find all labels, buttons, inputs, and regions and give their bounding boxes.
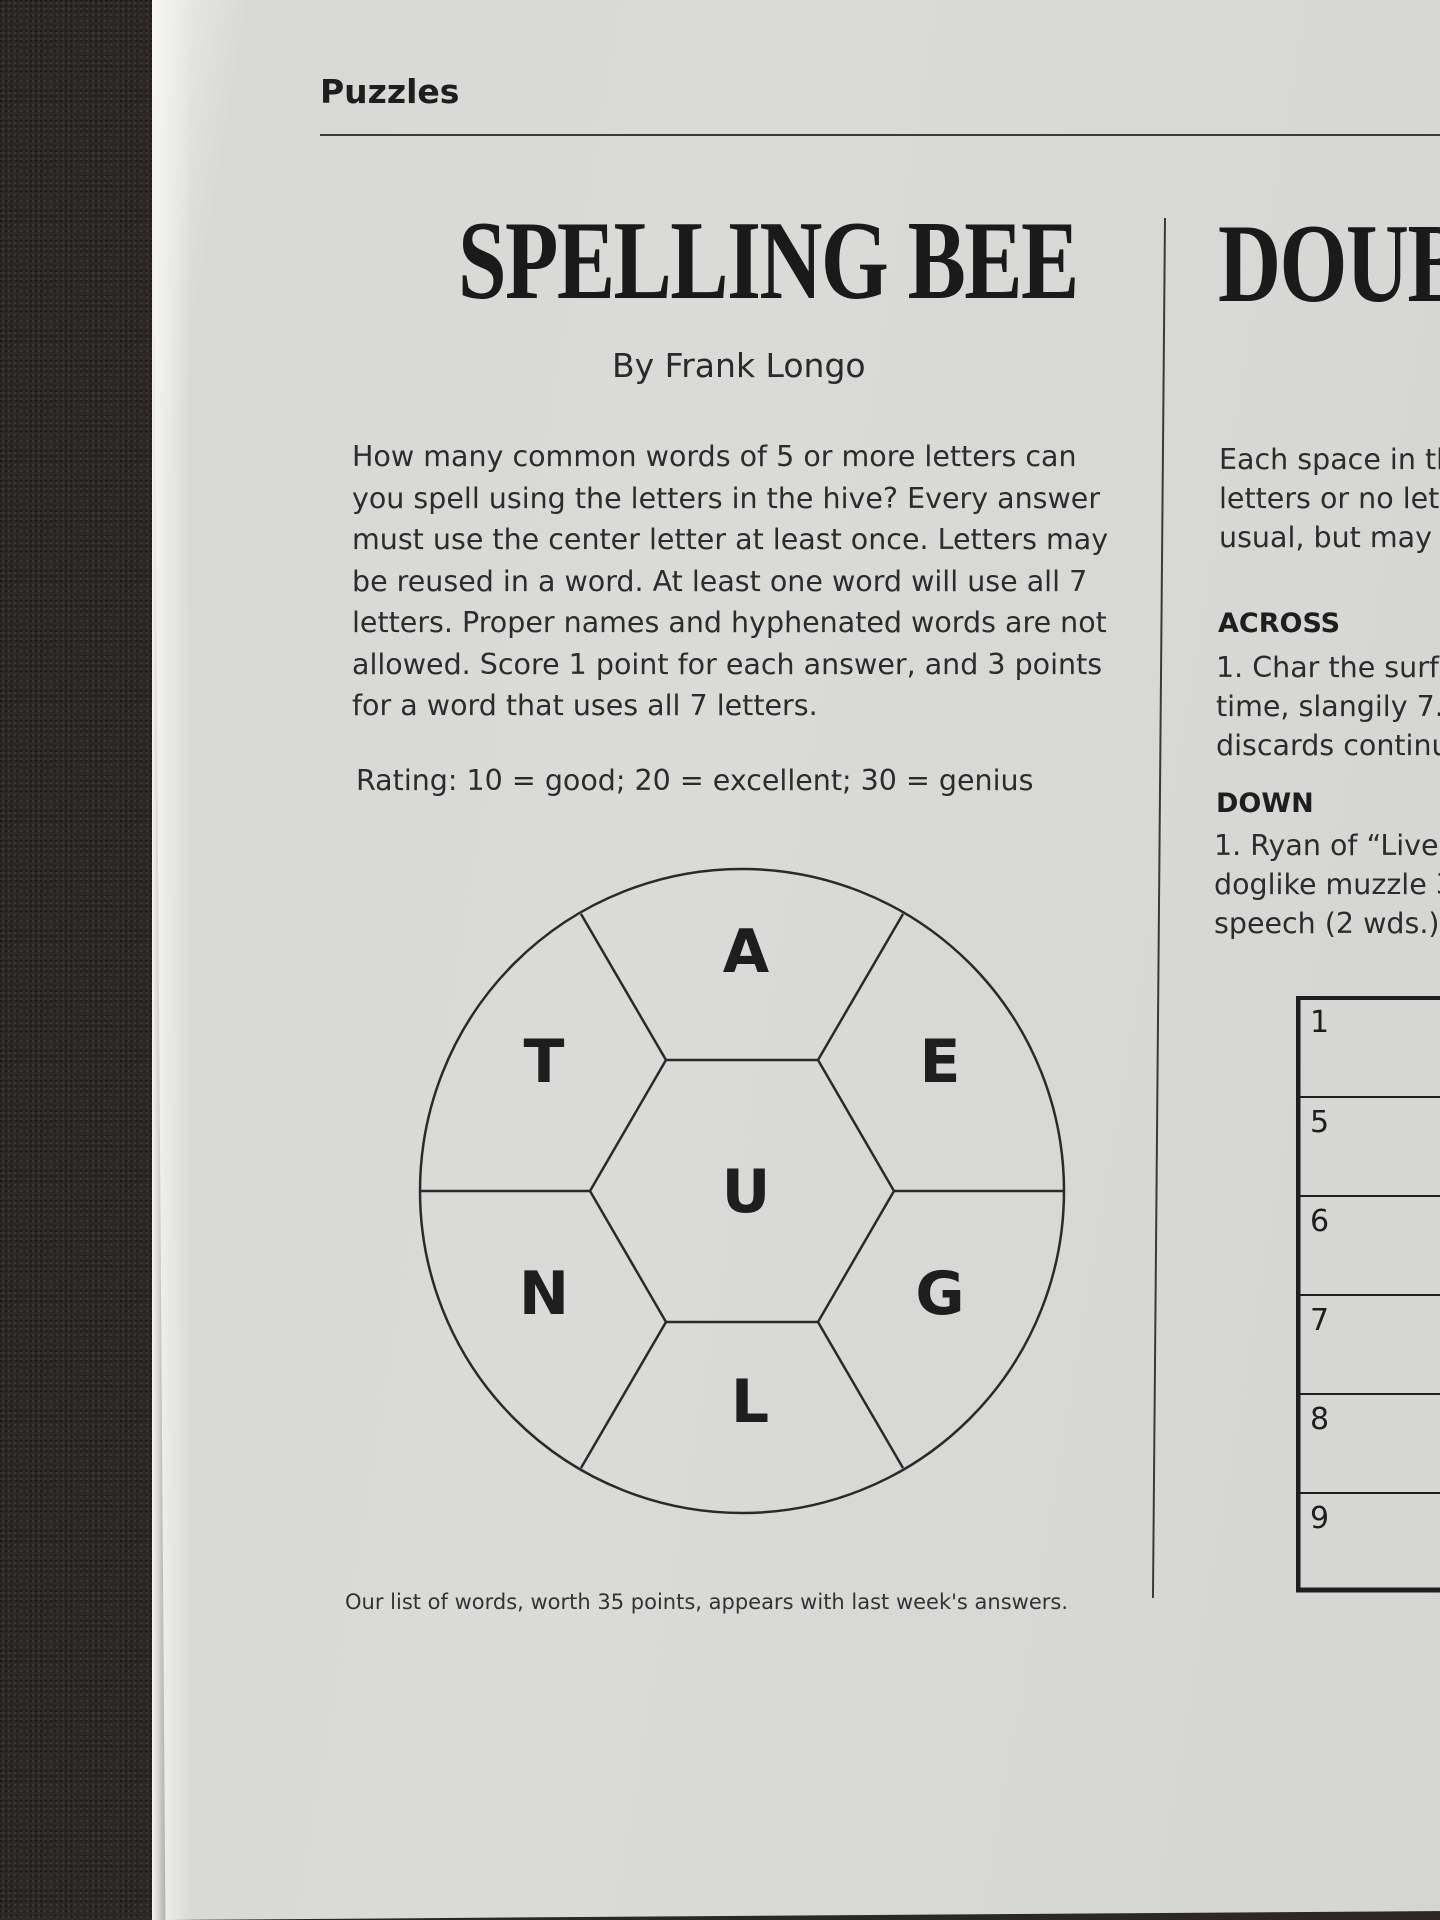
section-label: Puzzles — [320, 72, 460, 111]
next-puzzle-title: DOUBI — [1218, 202, 1440, 326]
instructions-line: How many common words of 5 or more lette… — [352, 440, 1077, 473]
hive-divider — [816, 1321, 905, 1469]
hive-letter-bottom: L — [731, 1367, 769, 1437]
grid-number: 1 — [1310, 1005, 1329, 1040]
grid-number: 6 — [1310, 1204, 1329, 1239]
instructions-line: allowed. Score 1 point for each answer, … — [352, 647, 1103, 681]
hive-letter-upper-right: E — [920, 1027, 961, 1097]
across-clues: 1. Char the surfac time, slangily 7. Fi … — [1216, 648, 1440, 765]
down-heading: DOWN — [1216, 788, 1314, 819]
intro-line: usual, but may s — [1219, 521, 1440, 554]
header-rule — [320, 134, 1440, 136]
instructions-line: must use the center letter at least once… — [352, 523, 1109, 556]
hive-divider — [579, 1321, 668, 1469]
next-puzzle-intro: Each space in th letters or no lette usu… — [1219, 440, 1440, 557]
intro-line: letters or no lette — [1219, 482, 1440, 515]
intro-line: Each space in th — [1219, 443, 1440, 476]
clue-line: discards continui — [1216, 729, 1440, 762]
instructions-line: letters. Proper names and hyphenated wor… — [352, 606, 1107, 639]
hive-letter-lower-right: G — [915, 1259, 964, 1329]
clue-line: speech (2 wds.) 4 — [1214, 907, 1440, 940]
clue-line: 1. Char the surfac — [1216, 651, 1440, 684]
hive-letter-top: A — [723, 917, 770, 987]
clue-line: doglike muzzle 3 — [1214, 868, 1440, 901]
hive-letter-center: U — [722, 1157, 771, 1227]
instructions-line: for a word that uses all 7 letters. — [352, 689, 818, 722]
paper-edge — [152, 0, 192, 1920]
hive-letter-upper-left: T — [524, 1027, 565, 1097]
hive-divider — [579, 913, 668, 1061]
clue-line: 1. Ryan of “Live W — [1214, 829, 1440, 862]
clue-line: time, slangily 7. Fi — [1216, 690, 1440, 723]
carpet-background — [0, 0, 160, 1920]
down-clues: 1. Ryan of “Live W doglike muzzle 3 spee… — [1214, 826, 1440, 943]
instructions-line: be reused in a word. At least one word w… — [352, 564, 1088, 598]
grid-number: 7 — [1310, 1303, 1329, 1338]
rating-scale: Rating: 10 = good; 20 = excellent; 30 = … — [356, 764, 1034, 797]
letter-hive: A E G L N T U — [418, 867, 1066, 1515]
puzzle-title: SPELLING BEE — [458, 199, 1079, 323]
grid-number: 5 — [1310, 1105, 1329, 1140]
hive-letter-lower-left: N — [519, 1259, 569, 1329]
byline: By Frank Longo — [612, 346, 866, 385]
grid-number: 8 — [1310, 1402, 1329, 1437]
hive-divider — [816, 913, 905, 1061]
footnote: Our list of words, worth 35 points, appe… — [345, 1590, 1068, 1614]
across-heading: ACROSS — [1218, 608, 1341, 639]
grid-number: 9 — [1310, 1501, 1329, 1536]
instructions: How many common words of 5 or more lette… — [352, 436, 1122, 727]
crossword-grid: 1 5 6 7 8 9 — [1296, 996, 1440, 1593]
instructions-line: you spell using the letters in the hive?… — [352, 481, 1101, 515]
